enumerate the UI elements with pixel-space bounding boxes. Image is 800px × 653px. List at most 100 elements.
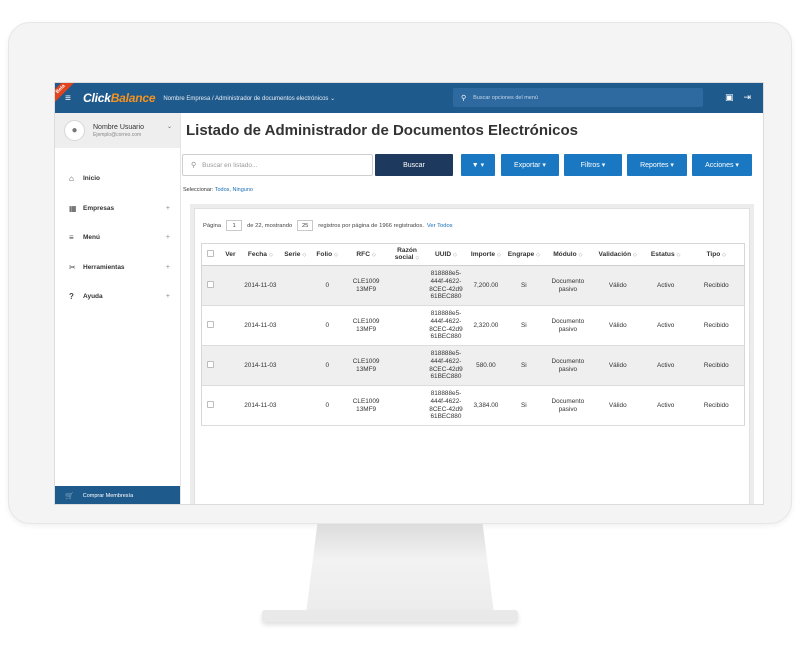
header-importe[interactable]: Importe ◇: [466, 243, 505, 266]
view-all-link[interactable]: Ver Todos: [427, 223, 453, 229]
expand-plus-icon[interactable]: +: [166, 293, 170, 300]
select-none-link[interactable]: Ninguno: [232, 187, 253, 193]
logout-icon[interactable]: ⇥: [743, 92, 751, 103]
sidebar: ● Nombre Usuario Ejemplo@correo.com ⌄ ⌂ …: [55, 113, 181, 504]
chevron-down-icon[interactable]: ⌄: [167, 123, 172, 130]
row-select[interactable]: [201, 385, 220, 426]
list-search-input[interactable]: [202, 161, 363, 169]
filtros-button[interactable]: Filtros ▾: [564, 154, 622, 176]
cell-ver[interactable]: [219, 305, 242, 346]
table-row[interactable]: 2014-11-03 0 CLE1009 13MF9 818888e5-444f…: [201, 345, 745, 386]
cell-uuid-link[interactable]: 818888e5-444f-4622-8CEC-42d9 61BEC880: [425, 265, 467, 306]
user-email: Ejemplo@correo.com: [93, 131, 142, 138]
sort-icon[interactable]: ◇: [269, 252, 273, 258]
sort-icon[interactable]: ◇: [579, 252, 583, 258]
filter-button[interactable]: ▼ ▾: [461, 154, 495, 176]
cell-fecha: 2014-11-03: [241, 265, 280, 306]
header-uuid[interactable]: UUID ◇: [425, 243, 467, 266]
row-select[interactable]: [201, 305, 220, 346]
page-number-input[interactable]: 1: [226, 220, 243, 231]
header-estatus[interactable]: Estatus ◇: [642, 243, 689, 266]
cell-engrape-link[interactable]: Si: [504, 265, 543, 306]
header-rfc[interactable]: RFC ◇: [343, 243, 390, 266]
select-all-link[interactable]: Todos,: [215, 187, 231, 193]
checkbox[interactable]: [207, 361, 215, 368]
calendar-icon[interactable]: ▣: [725, 92, 734, 103]
sort-icon[interactable]: ◇: [633, 252, 637, 258]
select-controls: Seleccionar: Todos, Ninguno: [183, 187, 253, 193]
reportes-button[interactable]: Reportes ▾: [627, 154, 687, 176]
header-serie[interactable]: Serie ◇: [279, 243, 312, 266]
header-validacion[interactable]: Validación ◇: [592, 243, 643, 266]
page-of-label: de 22, mostrando: [247, 222, 293, 229]
cell-uuid-link[interactable]: 818888e5-444f-4622-8CEC-42d9 61BEC880: [425, 345, 467, 386]
header-engrape[interactable]: Engrape ◇: [504, 243, 543, 266]
expand-plus-icon[interactable]: +: [166, 234, 170, 241]
exportar-button[interactable]: Exportar ▾: [501, 154, 559, 176]
menu-search-box[interactable]: ⚲: [453, 88, 703, 107]
table-row[interactable]: 2014-11-03 0 CLE1009 13MF9 818888e5-444f…: [201, 385, 745, 426]
list-icon: ≡: [69, 233, 74, 243]
table-row[interactable]: 2014-11-03 0 CLE1009 13MF9 818888e5-444f…: [201, 265, 745, 306]
menu-search-input[interactable]: [473, 94, 674, 101]
cell-engrape-link[interactable]: Si: [504, 385, 543, 426]
user-panel[interactable]: ● Nombre Usuario Ejemplo@correo.com ⌄: [55, 113, 180, 148]
monitor-stand-neck: [306, 524, 494, 614]
cell-rfc: CLE1009 13MF9: [343, 305, 390, 346]
sort-icon[interactable]: ◇: [497, 252, 501, 258]
table-row[interactable]: 2014-11-03 0 CLE1009 13MF9 818888e5-444f…: [201, 305, 745, 346]
tools-icon: ✂: [69, 262, 76, 272]
checkbox[interactable]: [207, 321, 215, 328]
table-header-row: Ver Fecha ◇ Serie ◇ Folio ◇ RFC ◇ Razón soci…: [201, 243, 745, 266]
cell-serie: [279, 385, 312, 426]
user-icon: ●: [71, 125, 78, 136]
sidebar-item-menu[interactable]: ≡ Menú +: [55, 223, 180, 253]
acciones-button[interactable]: Acciones ▾: [692, 154, 752, 176]
cell-ver[interactable]: [219, 385, 242, 426]
breadcrumb[interactable]: Nombre Empresa / Administrador de docume…: [163, 95, 335, 102]
row-select[interactable]: [201, 345, 220, 386]
cell-importe: 3,384.00: [466, 385, 505, 426]
sort-icon[interactable]: ◇: [677, 252, 681, 258]
sort-icon[interactable]: ◇: [536, 252, 540, 258]
cell-engrape-link[interactable]: Si: [504, 305, 543, 346]
sort-icon[interactable]: ◇: [722, 252, 726, 258]
list-search-box[interactable]: ⚲: [182, 154, 373, 176]
per-page-input[interactable]: 25: [297, 220, 314, 231]
logo-text-balance: Balance: [110, 91, 156, 105]
sidebar-item-inicio[interactable]: ⌂ Inicio: [55, 164, 180, 194]
sort-icon[interactable]: ◇: [302, 252, 306, 258]
cell-importe: 580.00: [466, 345, 505, 386]
sort-icon[interactable]: ◇: [372, 252, 376, 258]
sort-icon[interactable]: ◇: [453, 252, 457, 258]
cell-uuid-link[interactable]: 818888e5-444f-4622-8CEC-42d9 61BEC880: [425, 385, 467, 426]
header-folio[interactable]: Folio ◇: [311, 243, 344, 266]
checkbox[interactable]: [207, 401, 215, 408]
cell-uuid-link[interactable]: 818888e5-444f-4622-8CEC-42d9 61BEC880: [425, 305, 467, 346]
header-fecha[interactable]: Fecha ◇: [241, 243, 280, 266]
buy-membership-button[interactable]: 🛒 Comprar Membresía: [55, 486, 180, 504]
header-tipo[interactable]: Tipo ◇: [688, 243, 745, 266]
expand-plus-icon[interactable]: +: [166, 264, 170, 271]
sort-icon[interactable]: ◇: [334, 252, 338, 258]
checkbox[interactable]: [207, 250, 215, 257]
cell-engrape-link[interactable]: Si: [504, 345, 543, 386]
cell-serie: [279, 345, 312, 386]
header-modulo[interactable]: Módulo ◇: [542, 243, 593, 266]
expand-plus-icon[interactable]: +: [166, 205, 170, 212]
header-select-all[interactable]: [201, 243, 220, 266]
header-razon-social[interactable]: Razón social ◇: [389, 243, 425, 266]
cell-ver[interactable]: [219, 265, 242, 306]
clickbalance-logo[interactable]: ClickBalance: [83, 91, 156, 105]
buscar-button[interactable]: Buscar: [375, 154, 453, 176]
hamburger-menu-icon[interactable]: ≡: [65, 93, 75, 104]
sort-icon[interactable]: ◇: [415, 255, 419, 261]
checkbox[interactable]: [207, 281, 215, 288]
cell-ver[interactable]: [219, 345, 242, 386]
sidebar-item-empresas[interactable]: ▦ Empresas +: [55, 194, 180, 224]
avatar: ●: [64, 120, 85, 141]
cell-modulo: Documento pasivo: [542, 265, 593, 306]
row-select[interactable]: [201, 265, 220, 306]
sidebar-item-ayuda[interactable]: ? Ayuda +: [55, 282, 180, 312]
sidebar-item-herramientas[interactable]: ✂ Herramientas +: [55, 253, 180, 283]
